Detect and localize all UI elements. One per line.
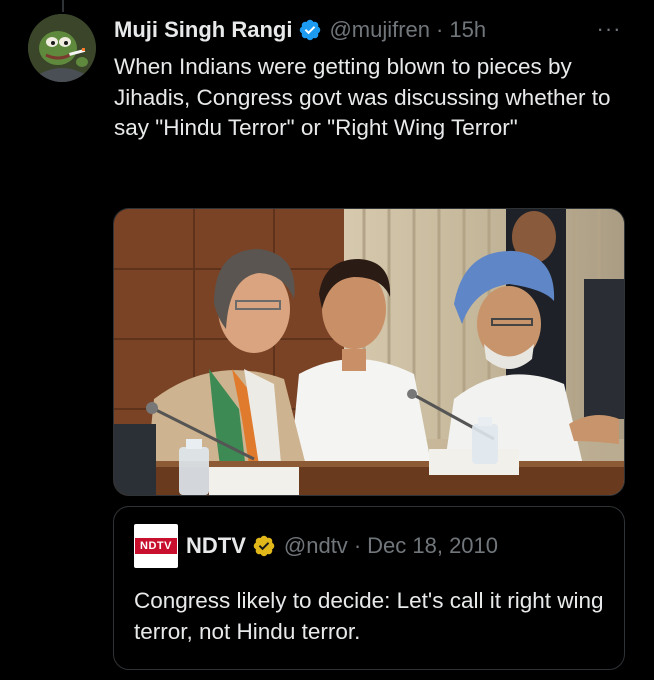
tweet-header: Muji Singh Rangi @mujifren · 15h <box>114 14 624 46</box>
thread-connector-line <box>62 0 64 12</box>
gold-verified-badge-icon[interactable] <box>252 534 276 558</box>
author-handle[interactable]: @mujifren <box>329 17 430 43</box>
meeting-photo-image <box>114 209 624 495</box>
tweet-timestamp[interactable]: 15h <box>449 17 486 43</box>
tweet-body-text: When Indians were getting blown to piece… <box>114 54 611 140</box>
quoted-author-display-name[interactable]: NDTV <box>186 533 246 559</box>
quoted-header-separator: · <box>353 533 362 558</box>
more-horizontal-icon[interactable]: ··· <box>594 14 624 44</box>
tweet-photo[interactable] <box>113 208 625 496</box>
quoted-author-handle[interactable]: @ndtv <box>284 533 348 559</box>
quoted-tweet-header: NDTV NDTV @ndtv · Dec 18, 2010 <box>134 524 498 568</box>
author-avatar[interactable] <box>28 14 96 82</box>
quoted-tweet-text: Congress likely to decide: Let's call it… <box>134 588 604 644</box>
quoted-tweet-card[interactable]: NDTV NDTV @ndtv · Dec 18, 2010 Congress … <box>113 506 625 670</box>
ndtv-logo-text: NDTV <box>135 538 177 554</box>
pepe-avatar-icon <box>28 14 96 82</box>
header-separator: · <box>436 17 444 42</box>
author-display-name[interactable]: Muji Singh Rangi <box>114 17 292 43</box>
quoted-tweet-date[interactable]: Dec 18, 2010 <box>367 533 498 559</box>
ndtv-logo-icon[interactable]: NDTV <box>134 524 178 568</box>
verified-badge-icon[interactable] <box>298 18 322 42</box>
